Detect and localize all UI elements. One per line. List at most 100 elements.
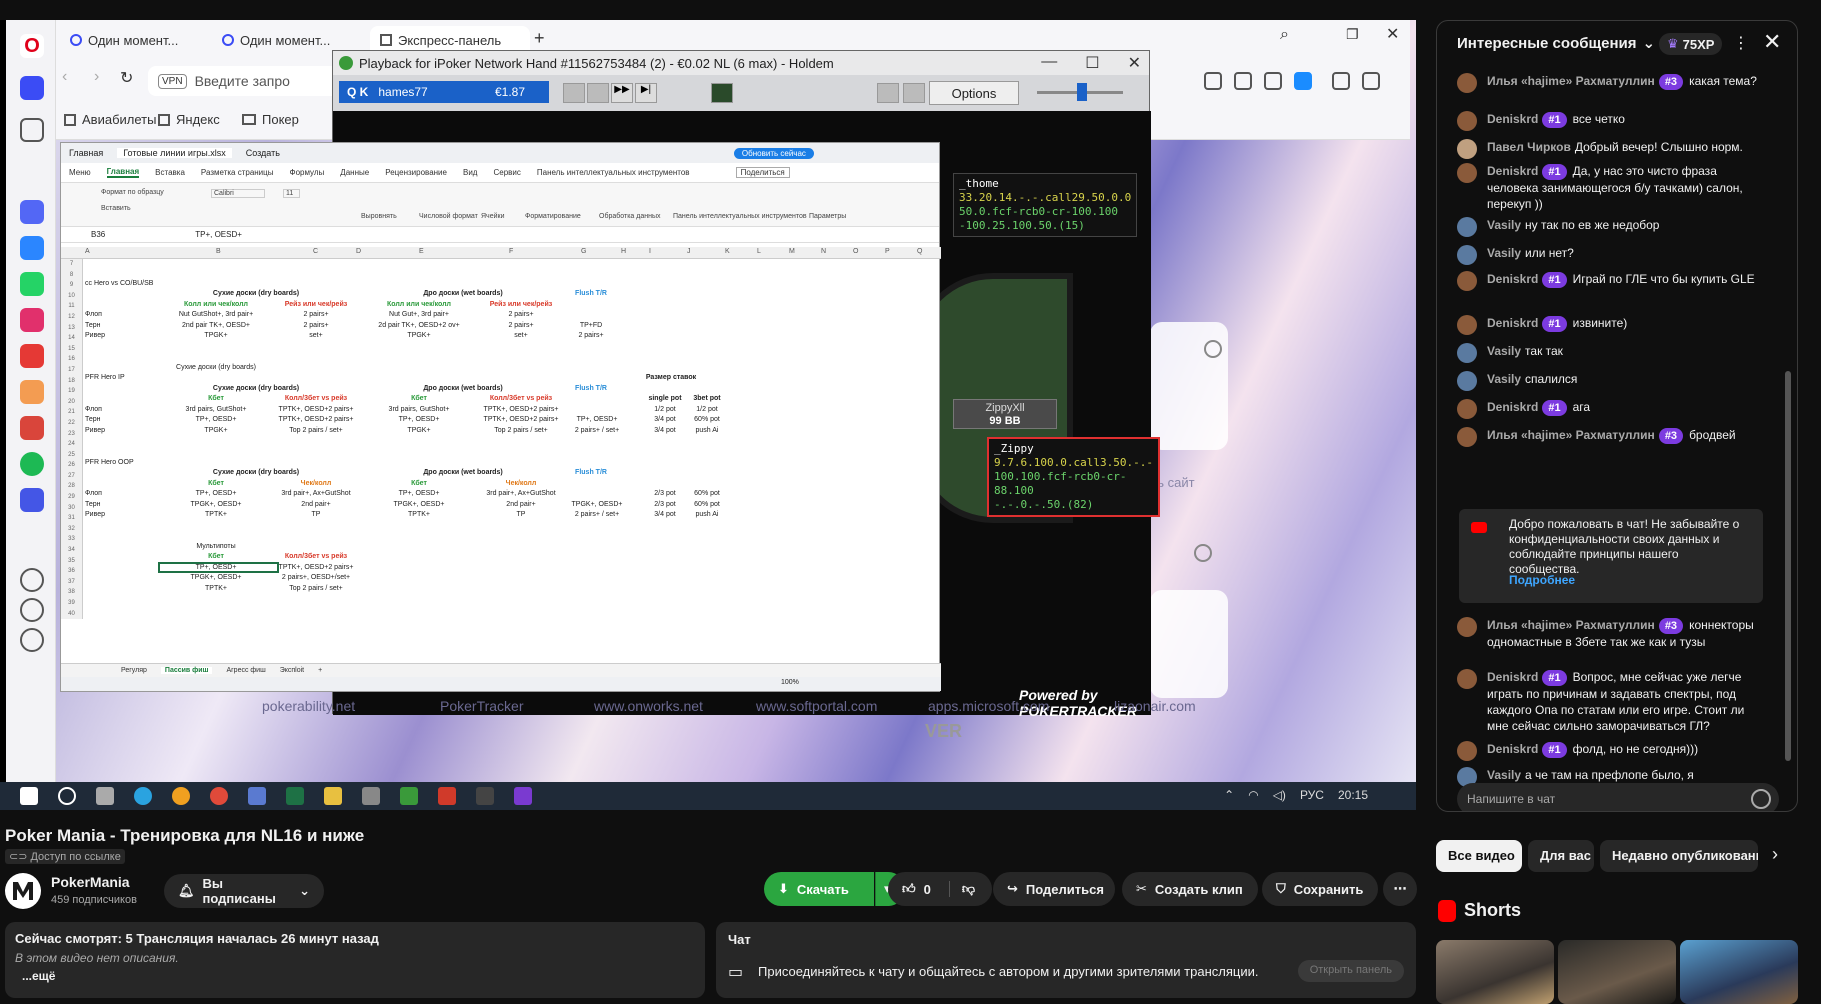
message-author[interactable]: Vasily [1487, 246, 1521, 260]
share-button[interactable]: ↪ Поделиться [993, 872, 1115, 906]
chat-close-icon[interactable]: ✕ [1763, 29, 1781, 55]
cell: Терн [85, 322, 101, 329]
show-more-link[interactable]: ...ещё [15, 969, 695, 983]
cell: push Ai [695, 427, 719, 434]
play-back-icon [587, 83, 609, 103]
chat-message: Vasily ну так по ев же недобор [1457, 217, 1761, 237]
subscribed-button[interactable]: 🔔︎ Вы подписаны ⌄ [164, 874, 324, 908]
message-author[interactable]: Vasily [1487, 218, 1521, 232]
message-author[interactable]: Vasily [1487, 372, 1521, 386]
chat-message: Илья «hajime» Рахматуллин #3 коннекторы од… [1457, 617, 1761, 650]
chat-mode-label: Интересные сообщения [1457, 34, 1637, 52]
dislike-icon[interactable]: 👎︎ [948, 881, 975, 897]
video-player[interactable]: O Один момент... Один момент... Экспресс… [0, 20, 1416, 810]
chat-scrollbar[interactable] [1785, 371, 1791, 761]
message-author[interactable]: Deniskrd [1487, 400, 1538, 414]
subscribe-label: Вы подписаны [202, 876, 276, 906]
message-author[interactable]: Deniskrd [1487, 112, 1538, 126]
cell: TP+, OESD+ [576, 416, 618, 423]
message-author[interactable]: Deniskrd [1487, 272, 1538, 286]
message-author[interactable]: Deniskrd [1487, 670, 1538, 684]
row-header: 23 [68, 430, 75, 437]
cell: 2 pairs+ / set+ [574, 511, 620, 518]
cell: push Ai [695, 511, 719, 518]
like-icon[interactable]: 👍︎ [902, 881, 916, 897]
user-avatar [1457, 139, 1477, 159]
chat-promo-title: Чат [728, 932, 751, 947]
cell: Колл/3бет vs рейз [489, 395, 553, 402]
message-author[interactable]: Vasily [1487, 344, 1521, 358]
message-author[interactable]: Илья «hajime» Рахматуллин [1487, 618, 1655, 632]
member-badge: #3 [1658, 74, 1684, 90]
save-button[interactable]: ⛉ Сохранить [1262, 872, 1378, 906]
excel-menu-item: Формулы [289, 168, 325, 177]
chevron-right-icon[interactable]: › [1772, 844, 1778, 865]
download-button[interactable]: ⬇ Скачать [764, 872, 874, 906]
cell: 60% pot [694, 416, 720, 423]
excel-menu-item: Главная [106, 167, 140, 178]
chat-input[interactable]: Напишите в чат [1457, 783, 1779, 811]
music-icon [1332, 72, 1350, 90]
save-label: Сохранить [1293, 881, 1364, 897]
cell: Колл/3бет vs рейз [284, 395, 348, 402]
tray-chevron-icon: ⌃ [1224, 788, 1235, 802]
chat-menu-icon[interactable]: ⋮ [1733, 33, 1749, 53]
more-actions-button[interactable]: ⋯ [1383, 872, 1417, 906]
open-panel-button[interactable]: Открыть панель [1297, 960, 1404, 982]
message-author[interactable]: Vasily [1487, 768, 1521, 782]
cell: Top 2 pairs / set+ [494, 427, 548, 434]
cell: TPTK+ [408, 511, 430, 518]
cell: 3/4 pot [654, 511, 676, 518]
notice-learn-more-link[interactable]: Подробнее [1509, 573, 1575, 588]
spreadsheet-grid: A B C D E F G H I J K L M N O P Q 7 8 9 10 1… [61, 247, 941, 667]
user-avatar [1457, 371, 1477, 391]
description-box[interactable]: Сейчас смотрят: 5 Трансляция началась 26… [5, 922, 705, 998]
like-count: 0 [923, 881, 931, 897]
col-header: L [757, 248, 761, 255]
more-icon: ⋯ [1393, 881, 1407, 896]
chip-recently-uploaded[interactable]: Недавно опубликованные [1600, 840, 1758, 872]
xp-badge[interactable]: ♛ 75XP [1659, 33, 1723, 55]
speed-dial-site: lizaonair.com [1114, 698, 1196, 714]
add-sheet-icon: + [318, 667, 323, 674]
message-author[interactable]: Илья «hajime» Рахматуллин [1487, 428, 1655, 442]
message-author[interactable]: Deniskrd [1487, 164, 1538, 178]
user-avatar [1457, 343, 1477, 363]
chip-for-you[interactable]: Для вас [1528, 840, 1594, 872]
col-header: P [885, 248, 890, 255]
emoji-icon[interactable] [1751, 789, 1771, 809]
cell: 2 pairs+ [508, 322, 534, 329]
cell: 60% pot [694, 490, 720, 497]
message-author[interactable]: Илья «hajime» Рахматуллин [1487, 74, 1655, 88]
bookmark-label: Яндекс [176, 112, 220, 127]
subscriber-count: 459 подписчиков [51, 894, 137, 906]
message-author[interactable]: Deniskrd [1487, 742, 1538, 756]
user-avatar [1457, 73, 1477, 93]
message-author[interactable]: Deniskrd [1487, 316, 1538, 330]
short-thumbnail[interactable] [1558, 940, 1676, 1004]
short-thumbnail[interactable] [1436, 940, 1554, 1004]
ribbon-label: Панель интеллектуальных инструментов [673, 213, 807, 220]
row-header: 33 [68, 536, 75, 543]
cell: 3rd pair+, Ax+GutShot [281, 490, 351, 497]
channel-avatar[interactable] [5, 873, 41, 909]
message-text: ну так по ев же недобор [1525, 218, 1660, 232]
user-avatar [1457, 669, 1477, 689]
row-header: 16 [68, 356, 75, 363]
hud-line: 9.7.6.100.0.call3.50.-.- [994, 456, 1153, 469]
chip-all-videos[interactable]: Все видео [1436, 840, 1522, 872]
message-author[interactable]: Павел Чирков [1487, 140, 1571, 154]
channel-name[interactable]: PokerMania [51, 874, 130, 890]
save-app-icon [248, 787, 266, 805]
seat-zippyxll: ZippyXll 99 BB [953, 399, 1057, 429]
short-thumbnail[interactable] [1680, 940, 1798, 1004]
ribbon-label: Вставить [101, 205, 131, 212]
cell: TP+, OESD+ [398, 490, 440, 497]
clip-button[interactable]: ✂ Создать клип [1122, 872, 1258, 906]
excel-window: Главная Готовые линии игры.xlsx Создать … [60, 142, 941, 692]
speed-dial-tile [1150, 590, 1228, 698]
share-label: Поделиться [1025, 881, 1104, 897]
link-icon: ⊂⊃ [9, 851, 28, 863]
extension-icon [1294, 72, 1312, 90]
cell: TPTK+, OESD+2 pairs+ [278, 416, 354, 423]
